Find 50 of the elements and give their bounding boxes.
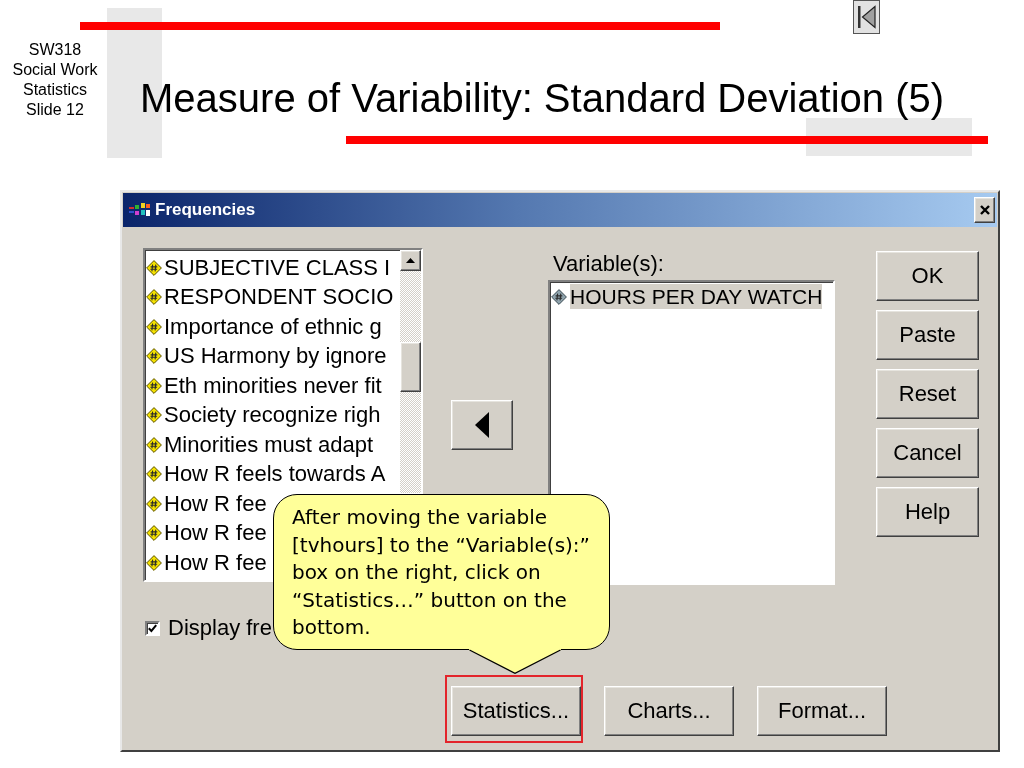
check-icon — [148, 623, 157, 633]
first-slide-button[interactable] — [853, 0, 880, 34]
diamond-icon — [551, 288, 567, 305]
checkbox[interactable] — [145, 620, 160, 636]
list-item[interactable]: RESPONDENT SOCIO — [164, 284, 394, 311]
skip-start-icon — [857, 5, 876, 29]
checkbox-label: Display fre — [168, 615, 272, 641]
diamond-icon — [146, 377, 162, 394]
scroll-up-button[interactable] — [400, 250, 421, 271]
dialog-button[interactable]: Charts... — [604, 686, 734, 736]
slide-title: Measure of Variability: Standard Deviation (5) — [140, 75, 945, 122]
list-item[interactable]: Minorities must adapt — [164, 431, 374, 458]
dialog-button[interactable]: Reset — [876, 369, 979, 419]
left-triangle-icon — [475, 412, 489, 438]
dialog-button[interactable]: Statistics... — [451, 686, 581, 736]
diamond-icon — [146, 318, 162, 335]
dialog-button[interactable]: Help — [876, 487, 979, 537]
list-item[interactable]: Eth minorities never fit — [164, 372, 382, 399]
list-item[interactable]: Importance of ethnic g — [164, 313, 382, 340]
diamond-icon — [146, 289, 162, 306]
diamond-icon — [146, 259, 162, 276]
diamond-icon — [146, 525, 162, 542]
list-item[interactable]: How R fee — [164, 549, 267, 576]
list-item[interactable]: SUBJECTIVE CLASS I — [164, 254, 391, 281]
list-item[interactable]: How R feels towards A — [164, 461, 386, 488]
window-title: Frequencies — [155, 200, 257, 220]
diamond-icon — [146, 495, 162, 512]
list-item[interactable]: US Harmony by ignore — [164, 343, 387, 370]
diamond-icon — [146, 466, 162, 483]
close-button[interactable] — [974, 197, 995, 223]
course-label: SW318 Social Work Statistics Slide 12 — [11, 40, 99, 120]
dialog-button[interactable]: Format... — [757, 686, 887, 736]
list-item[interactable]: How R fee — [164, 490, 267, 517]
scroll-thumb[interactable] — [400, 342, 421, 392]
list-item[interactable]: How R fee — [164, 520, 267, 547]
color-blocks-icon — [129, 203, 151, 217]
diamond-icon — [146, 554, 162, 571]
dialog-button[interactable]: Paste — [876, 310, 979, 360]
move-button[interactable] — [451, 400, 513, 450]
diamond-icon — [146, 436, 162, 453]
list-item[interactable]: Society recognize righ — [164, 402, 381, 429]
diamond-icon — [146, 348, 162, 365]
diamond-icon — [146, 407, 162, 424]
list-label: Variable(s): — [552, 250, 665, 278]
close-icon — [979, 205, 990, 215]
dialog-button[interactable]: OK — [876, 251, 979, 301]
scrollbar[interactable] — [400, 250, 421, 493]
dialog-button[interactable]: Cancel — [876, 428, 979, 478]
up-triangle-icon — [406, 258, 415, 263]
list-item[interactable]: HOURS PER DAY WATCH — [570, 283, 823, 310]
